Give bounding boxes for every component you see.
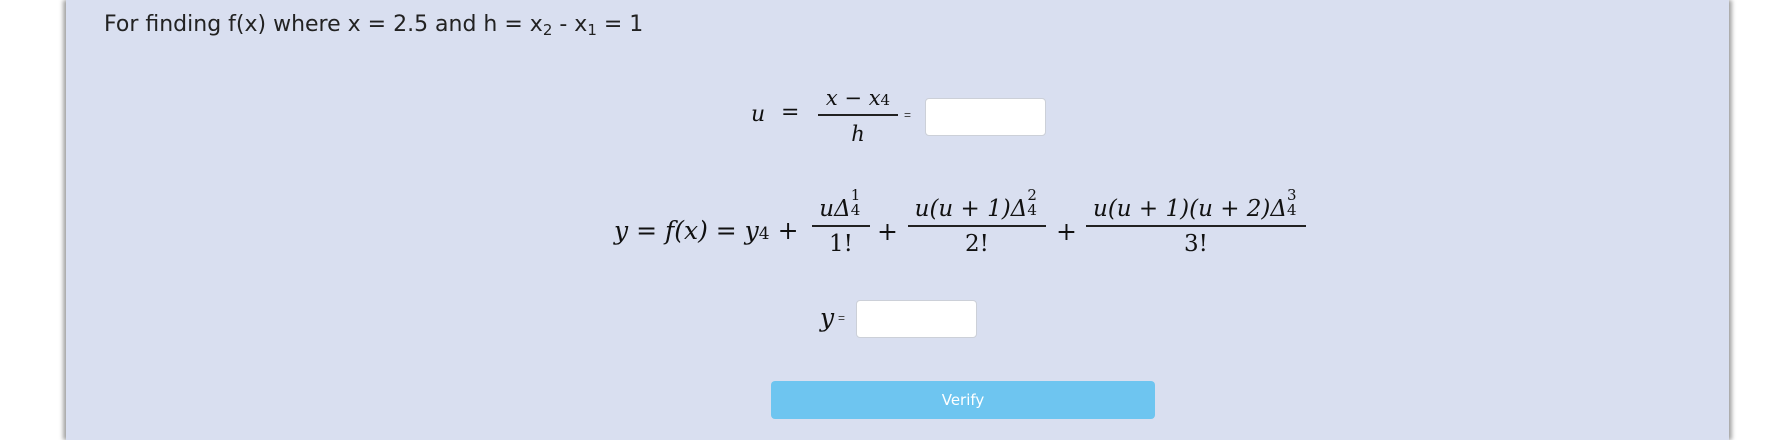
term1-denominator: 1! bbox=[829, 230, 853, 257]
u-fraction-numerator: x − x4 bbox=[825, 86, 891, 110]
y-answer-label: y bbox=[820, 303, 835, 332]
content-panel: For finding f(x) where x = 2.5 and h = x… bbox=[66, 0, 1729, 440]
heading-subscript-1: 1 bbox=[587, 21, 597, 39]
heading-text: For finding f(x) where x = 2.5 and h = x bbox=[104, 12, 543, 37]
u-symbol: u bbox=[751, 102, 766, 127]
term1-fraction: uΔ 1 4 1! bbox=[812, 186, 870, 257]
term2-bar bbox=[908, 225, 1046, 227]
y-small-equals: = bbox=[838, 311, 846, 325]
term3-numerator: u(u + 1)(u + 2)Δ 3 4 bbox=[1093, 186, 1297, 222]
problem-heading: For finding f(x) where x = 2.5 and h = x… bbox=[104, 12, 643, 39]
heading-text-suffix: = 1 bbox=[596, 12, 644, 37]
u-fraction-bar bbox=[818, 114, 898, 116]
u-small-equals: = bbox=[904, 108, 912, 122]
term3-bar bbox=[1086, 225, 1306, 227]
y-answer-input[interactable] bbox=[856, 300, 977, 338]
term3-denominator: 3! bbox=[1184, 230, 1208, 257]
term1-numerator: uΔ 1 4 bbox=[819, 186, 861, 222]
plus-sign-2: + bbox=[1056, 217, 1077, 246]
y-equation-lhs: y = f(x) = y4 + bbox=[614, 216, 799, 245]
term3-fraction: u(u + 1)(u + 2)Δ 3 4 3! bbox=[1086, 186, 1306, 257]
term2-numerator: u(u + 1)Δ 2 4 bbox=[914, 186, 1037, 222]
heading-subscript-2: 2 bbox=[542, 21, 553, 39]
u-answer-input[interactable] bbox=[925, 98, 1046, 136]
term1-bar bbox=[812, 225, 870, 227]
verify-button[interactable]: Verify bbox=[771, 381, 1155, 419]
u-fraction-denominator: h bbox=[851, 121, 865, 146]
u-equals-sign: = bbox=[781, 100, 800, 125]
u-fraction: x − x4 h bbox=[818, 86, 898, 146]
heading-text-mid: - x bbox=[552, 12, 588, 37]
term2-fraction: u(u + 1)Δ 2 4 2! bbox=[908, 186, 1046, 257]
term2-denominator: 2! bbox=[965, 230, 989, 257]
plus-sign-1: + bbox=[877, 217, 898, 246]
